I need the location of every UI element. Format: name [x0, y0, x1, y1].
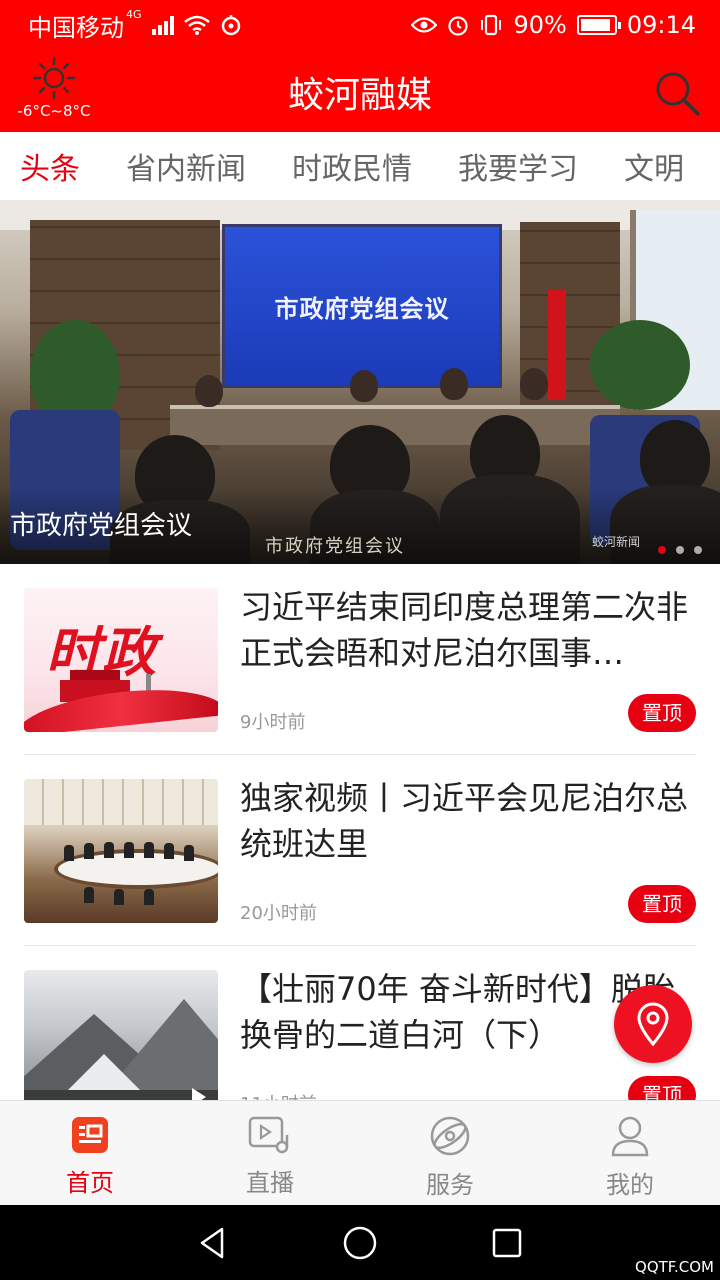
clock: 09:14: [626, 11, 696, 39]
home-circle-icon: [343, 1226, 377, 1259]
pinned-badge: 置顶: [628, 885, 696, 923]
nav-live[interactable]: 直播: [180, 1101, 360, 1205]
status-bar: 中国移动 4G 90% 09:14: [0, 0, 720, 50]
nav-label: 首页: [66, 1169, 114, 1197]
app-header: -6°C~8°C 蛟河融媒: [0, 50, 720, 132]
nav-label: 服务: [426, 1171, 474, 1199]
news-item[interactable]: 时政 习近平结束同印度总理第二次非正式会晤和对尼泊尔国事… 9小时前 置顶: [24, 564, 696, 755]
nav-home[interactable]: 首页: [0, 1101, 180, 1205]
tab-politics[interactable]: 时政民情: [269, 144, 435, 188]
data-saver-icon: [221, 15, 240, 36]
tab-study[interactable]: 我要学习: [435, 144, 601, 188]
banner-screen-text: 市政府党组会议: [274, 293, 450, 323]
pinned-badge: 置顶: [628, 1076, 696, 1100]
tab-headlines[interactable]: 头条: [0, 144, 103, 188]
live-video-icon: [248, 1116, 289, 1154]
eye-comfort-icon: [411, 17, 438, 33]
news-thumbnail: 时政: [24, 588, 218, 732]
watermark: QQTF.COM: [635, 1258, 714, 1276]
recents-button[interactable]: [477, 1213, 537, 1273]
signal-icon: [151, 15, 174, 35]
banner-carousel[interactable]: 市政府党组会议 市政府党组会议 蛟河新闻 市政府党组会议: [0, 200, 720, 564]
bottom-navigation: 首页 直播 服务 我的: [0, 1100, 720, 1205]
carrier-name: 中国移动: [28, 13, 124, 42]
vibrate-icon: [481, 14, 502, 36]
news-item[interactable]: 独家视频丨习近平会见尼泊尔总统班达里 20小时前 置顶: [24, 755, 696, 946]
search-icon: [656, 72, 700, 116]
home-news-icon: [72, 1117, 108, 1153]
carousel-dot[interactable]: [694, 546, 702, 554]
location-pin-icon: [637, 1002, 669, 1046]
news-thumbnail: [24, 970, 218, 1100]
battery-percent: 90%: [513, 11, 567, 39]
carousel-dot[interactable]: [676, 546, 684, 554]
banner-logo-text: 蛟河新闻: [591, 535, 640, 549]
battery-icon: [576, 15, 621, 35]
service-planet-icon: [430, 1116, 470, 1156]
status-left: 中国移动 4G: [28, 8, 242, 43]
recents-square-icon: [492, 1228, 521, 1257]
news-thumbnail: [24, 779, 218, 923]
news-title[interactable]: 独家视频丨习近平会见尼泊尔总统班达里: [240, 775, 696, 867]
nav-label: 我的: [606, 1171, 654, 1199]
news-time: 20小时前: [240, 903, 317, 924]
pinned-badge: 置顶: [628, 694, 696, 732]
tab-civilization[interactable]: 文明: [601, 144, 707, 188]
alarm-icon: [448, 16, 469, 36]
banner-caption: 市政府党组会议: [10, 511, 193, 541]
home-button[interactable]: [330, 1213, 390, 1273]
nav-service[interactable]: 服务: [360, 1101, 540, 1205]
carousel-indicator: [640, 546, 702, 554]
back-button[interactable]: [183, 1213, 243, 1273]
nav-label: 直播: [246, 1169, 294, 1197]
banner-screen: 市政府党组会议: [222, 224, 502, 388]
system-navigation-bar: QQTF.COM: [0, 1205, 720, 1280]
news-time: 9小时前: [240, 712, 306, 733]
banner-subtitle-overlay: 市政府党组会议: [265, 536, 405, 557]
carousel-dot[interactable]: [658, 546, 666, 554]
back-triangle-icon: [201, 1227, 224, 1258]
location-button[interactable]: [614, 985, 692, 1063]
carousel-dot[interactable]: [640, 546, 648, 554]
news-time: 11小时前: [240, 1090, 317, 1100]
app-title: 蛟河融媒: [287, 75, 432, 116]
category-tabs: 头条 省内新闻 时政民情 我要学习 文明: [0, 132, 720, 200]
tab-province-news[interactable]: 省内新闻: [103, 144, 269, 188]
nav-profile[interactable]: 我的: [540, 1101, 720, 1205]
news-title[interactable]: 习近平结束同印度总理第二次非正式会晤和对尼泊尔国事…: [240, 584, 696, 676]
wifi-icon: [183, 15, 210, 35]
network-type: 4G: [126, 7, 142, 21]
play-icon: [192, 1088, 206, 1100]
profile-icon: [611, 1116, 649, 1157]
search-button[interactable]: [652, 68, 702, 118]
status-right: 90% 09:14: [411, 11, 696, 39]
news-list: 时政 习近平结束同印度总理第二次非正式会晤和对尼泊尔国事… 9小时前 置顶 独家…: [0, 564, 720, 1100]
news-item[interactable]: 【壮丽70年 奋斗新时代】脱胎换骨的二道白河（下） 11小时前 置顶: [24, 946, 696, 1100]
